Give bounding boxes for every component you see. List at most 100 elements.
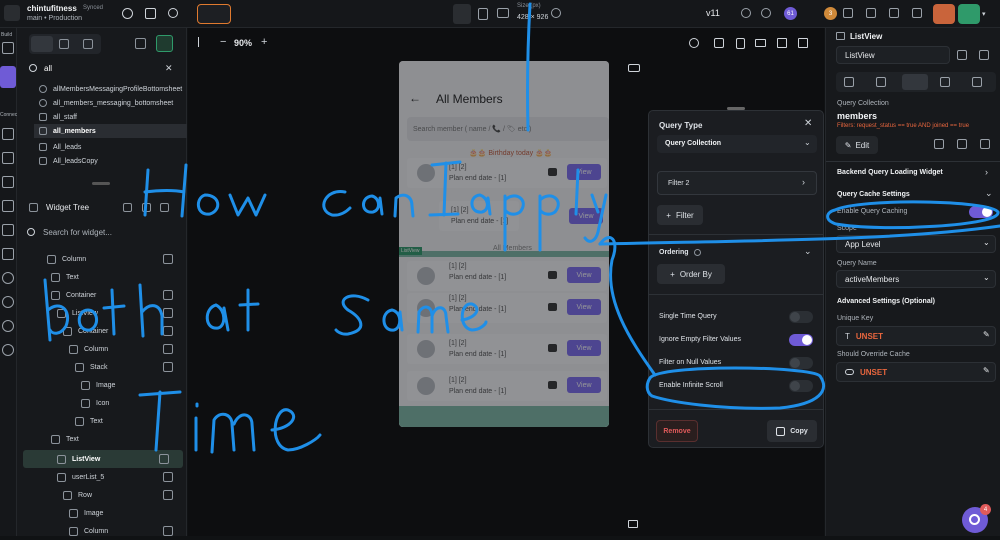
unique-key-field[interactable]: T UNSET ✎ xyxy=(836,326,996,346)
add-child-icon[interactable] xyxy=(163,472,173,482)
command-icon[interactable] xyxy=(145,8,156,19)
edit-query-button[interactable]: ✎ Edit xyxy=(836,136,878,154)
bug-icon[interactable] xyxy=(843,8,853,18)
app-state-icon[interactable] xyxy=(2,176,14,188)
tree-node-text[interactable]: Text xyxy=(17,412,187,430)
page-search-input[interactable]: all xyxy=(44,64,52,73)
add-child-icon[interactable] xyxy=(163,362,173,372)
light-mode-icon[interactable] xyxy=(689,38,699,48)
desktop-icon[interactable] xyxy=(497,8,509,18)
cache-icon[interactable] xyxy=(934,139,944,149)
tree-node-listview[interactable]: ListView xyxy=(17,304,187,322)
widget-search-input[interactable]: Search for widget... xyxy=(43,228,112,237)
page-result-item[interactable]: all_staff xyxy=(39,110,194,124)
add-child-icon[interactable] xyxy=(163,490,173,500)
filter-2-row[interactable]: Filter 2 › xyxy=(657,171,817,195)
tree-node-image[interactable]: Image xyxy=(17,376,187,394)
zoom-in-icon[interactable]: + xyxy=(261,36,267,48)
run-button[interactable] xyxy=(958,4,980,24)
page-result-item-selected[interactable]: all_members xyxy=(34,124,187,138)
page-result-item[interactable]: All_leads xyxy=(39,140,194,154)
scope-dropdown[interactable]: App Level ⌄ xyxy=(836,235,996,253)
grid-icon[interactable] xyxy=(798,38,808,48)
collapse-icon[interactable] xyxy=(160,203,169,212)
lock-icon[interactable] xyxy=(123,203,132,212)
widget-tree-icon[interactable] xyxy=(0,66,16,88)
backend-query-label[interactable]: Backend Query Loading Widget xyxy=(837,169,943,176)
widget-name-field[interactable]: ListView xyxy=(836,46,950,64)
comments-icon[interactable] xyxy=(761,8,771,18)
canvas-expand-icon[interactable] xyxy=(628,64,640,72)
tree-node-container[interactable]: Container xyxy=(17,286,187,304)
api-icon[interactable] xyxy=(2,152,14,164)
collapse-left-icon[interactable] xyxy=(198,37,206,47)
page-result-item[interactable]: All_leadsCopy xyxy=(39,154,194,168)
custom-code-icon[interactable] xyxy=(2,248,14,260)
edit-icon[interactable]: ✎ xyxy=(983,366,990,375)
branch-info[interactable]: main • Production xyxy=(27,15,82,22)
translate-icon[interactable] xyxy=(714,38,724,48)
help-chat-button[interactable]: 4 xyxy=(962,504,991,533)
zoom-out-icon[interactable]: − xyxy=(220,36,226,48)
query-name-dropdown[interactable]: activeMembers ⌄ xyxy=(836,270,996,288)
animation-tab-icon[interactable] xyxy=(940,77,950,87)
tree-node-image[interactable]: Image xyxy=(17,504,187,522)
add-child-icon[interactable] xyxy=(163,344,173,354)
widget-palette-icon[interactable] xyxy=(2,42,14,54)
remove-button[interactable]: Remove xyxy=(656,420,698,442)
text-scale-icon[interactable] xyxy=(777,38,787,48)
tests-icon[interactable] xyxy=(2,296,14,308)
canvas-minimize-icon[interactable] xyxy=(628,520,638,528)
close-icon[interactable]: ✕ xyxy=(804,118,812,129)
infinite-scroll-toggle[interactable] xyxy=(789,380,813,392)
clear-search-icon[interactable]: ✕ xyxy=(165,63,173,74)
library-tab-icon[interactable] xyxy=(83,39,93,49)
tree-node-container[interactable]: Container xyxy=(17,322,187,340)
help-icon[interactable] xyxy=(122,8,133,19)
open-external-icon[interactable] xyxy=(912,8,922,18)
collaborator-avatar[interactable]: 61 xyxy=(784,7,797,20)
chevron-right-icon[interactable]: › xyxy=(985,167,988,177)
pages-tab[interactable] xyxy=(31,36,53,52)
integrations-icon[interactable] xyxy=(2,320,14,332)
app-logo[interactable] xyxy=(4,5,20,21)
copy-button[interactable]: Copy xyxy=(767,420,817,442)
enable-caching-toggle[interactable] xyxy=(969,206,993,218)
media-icon[interactable] xyxy=(2,224,14,236)
filter-null-toggle[interactable] xyxy=(789,357,813,369)
design-mode-button[interactable] xyxy=(197,4,231,24)
info-icon[interactable] xyxy=(551,8,561,18)
add-child-icon[interactable] xyxy=(163,526,173,536)
tree-node-column[interactable]: Column xyxy=(17,340,187,358)
tree-node-listview-selected[interactable]: ListView xyxy=(23,450,183,468)
backend-query-tab[interactable] xyxy=(902,74,928,90)
properties-tab-icon[interactable] xyxy=(844,77,854,87)
save-component-icon[interactable] xyxy=(957,50,967,60)
phone-preview[interactable]: ← All Members Search member ( name / 📞 /… xyxy=(399,61,609,427)
keyboard-icon[interactable] xyxy=(755,39,766,47)
paste-query-icon[interactable] xyxy=(980,139,990,149)
run-options-chevron-icon[interactable]: ▾ xyxy=(982,10,986,18)
docs-tab-icon[interactable] xyxy=(972,77,982,87)
add-child-icon[interactable] xyxy=(163,326,173,336)
warning-count-badge[interactable]: 3 xyxy=(824,7,837,20)
add-child-icon[interactable] xyxy=(159,454,169,464)
ignore-empty-toggle[interactable] xyxy=(789,334,813,346)
single-time-toggle[interactable] xyxy=(789,311,813,323)
page-result-item[interactable]: all_members_messaging_bottomsheet xyxy=(39,96,194,110)
chevron-down-icon[interactable]: ⌄ xyxy=(985,188,993,199)
tree-node-column[interactable]: Column xyxy=(17,522,187,540)
add-child-icon[interactable] xyxy=(163,290,173,300)
tree-node-text[interactable]: Text xyxy=(17,268,187,286)
tree-node-column[interactable]: Column xyxy=(17,250,187,268)
tree-node-stack[interactable]: Stack xyxy=(17,358,187,376)
add-filter-button[interactable]: + Filter xyxy=(657,205,703,225)
actions-tab-icon[interactable] xyxy=(876,77,886,87)
device-frame-icon[interactable] xyxy=(736,38,745,49)
share-icon[interactable] xyxy=(866,8,876,18)
firestore-icon[interactable] xyxy=(2,128,14,140)
tree-node-row[interactable]: Row xyxy=(17,486,187,504)
settings-icon[interactable] xyxy=(2,344,14,356)
code-icon[interactable] xyxy=(889,8,899,18)
copy-query-icon[interactable] xyxy=(957,139,967,149)
